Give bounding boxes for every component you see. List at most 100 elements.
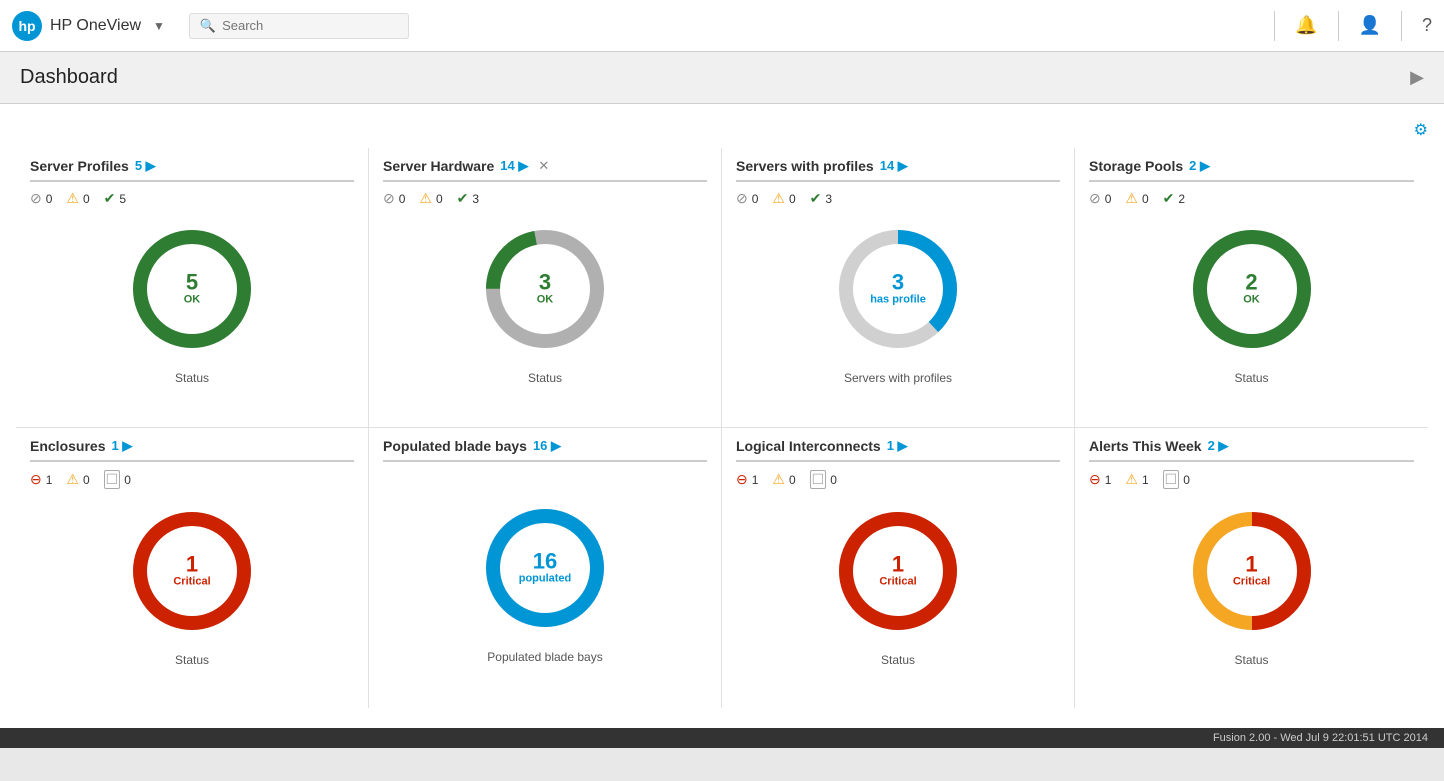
widget-count-alerts-this-week[interactable]: 2 ▶ (1208, 438, 1229, 454)
widget-count-server-hardware[interactable]: 14 ▶ (500, 158, 528, 174)
ok-icon: ✔ (1163, 190, 1175, 207)
app-name: HP OneView (50, 17, 141, 35)
chart-subtitle-populated-blade-bays: Populated blade bays (487, 650, 602, 664)
status-badges-storage-pools: ⊘ 0 ⚠ 0 ✔ 2 (1089, 190, 1414, 207)
footer-bar: Fusion 2.00 - Wed Jul 9 22:01:51 UTC 201… (0, 728, 1444, 748)
widget-count-populated-blade-bays[interactable]: 16 ▶ (533, 438, 561, 454)
ok-icon: ✔ (457, 190, 469, 207)
widget-title-storage-pools: Storage Pools (1089, 158, 1183, 174)
status-badges-server-hardware: ⊘ 0 ⚠ 0 ✔ 3 (383, 190, 707, 207)
badge-warning: ⚠ 0 (419, 190, 442, 207)
widget-alerts-this-week: Alerts This Week 2 ▶ ⊖ 1 ⚠ 1 ☐ 0 1 Criti… (1075, 428, 1428, 708)
badge-value: 0 (752, 192, 759, 206)
status-badges-enclosures: ⊖ 1 ⚠ 0 ☐ 0 (30, 470, 354, 489)
donut-server-profiles: 5 OK (122, 219, 262, 359)
widget-header-populated-blade-bays: Populated blade bays 16 ▶ (383, 438, 707, 462)
user-icon[interactable]: 👤 (1359, 15, 1381, 36)
chart-subtitle-logical-interconnects: Status (881, 653, 915, 667)
widget-header-storage-pools: Storage Pools 2 ▶ (1089, 158, 1414, 182)
status-badges-alerts-this-week: ⊖ 1 ⚠ 1 ☐ 0 (1089, 470, 1414, 489)
disabled-icon: ⊘ (736, 190, 748, 207)
widget-count-server-profiles[interactable]: 5 ▶ (135, 158, 156, 174)
checkbox-icon: ☐ (1163, 470, 1180, 489)
badge-value: 1 (1105, 473, 1112, 487)
donut-storage-pools: 2 OK (1182, 219, 1322, 359)
critical-icon: ⊖ (736, 471, 748, 488)
checkbox-icon: ☐ (104, 470, 121, 489)
widget-title-logical-interconnects: Logical Interconnects (736, 438, 881, 454)
widget-header-server-profiles: Server Profiles 5 ▶ (30, 158, 354, 182)
badge-warning: ⚠ 0 (66, 190, 89, 207)
nav-divider-2 (1338, 11, 1339, 41)
warning-icon: ⚠ (419, 190, 432, 207)
donut-logical-interconnects: 1 Critical (828, 501, 968, 641)
checkbox-icon: ☐ (810, 470, 827, 489)
widget-count-storage-pools[interactable]: 2 ▶ (1189, 158, 1210, 174)
widget-header-servers-with-profiles: Servers with profiles 14 ▶ (736, 158, 1060, 182)
donut-alerts-this-week: 1 Critical (1182, 501, 1322, 641)
critical-icon: ⊖ (1089, 471, 1101, 488)
warning-icon: ⚠ (1125, 190, 1138, 207)
help-icon[interactable]: ? (1422, 15, 1432, 36)
widget-header-enclosures: Enclosures 1 ▶ (30, 438, 354, 462)
badge-value: 0 (436, 192, 443, 206)
bell-icon[interactable]: 🔔 (1295, 15, 1317, 36)
badge-disabled: ⊘ 0 (383, 190, 405, 207)
ok-icon: ✔ (810, 190, 822, 207)
search-input[interactable] (222, 18, 398, 33)
chart-area-server-profiles: 5 OK Status (30, 219, 354, 385)
badge-warning: ⚠ 0 (772, 471, 795, 488)
badge-disabled2: ☐ 0 (1163, 470, 1190, 489)
widget-header-logical-interconnects: Logical Interconnects 1 ▶ (736, 438, 1060, 462)
disabled-icon: ⊘ (383, 190, 395, 207)
nav-divider-3 (1401, 11, 1402, 41)
chart-subtitle-alerts-this-week: Status (1234, 653, 1268, 667)
badge-value: 0 (46, 192, 53, 206)
widget-storage-pools: Storage Pools 2 ▶ ⊘ 0 ⚠ 0 ✔ 2 2 OK Statu… (1075, 148, 1428, 428)
top-navigation: hp HP OneView ▼ 🔍 🔔 👤 ? (0, 0, 1444, 52)
widget-close-server-hardware[interactable]: ✕ (538, 158, 549, 174)
collapse-button[interactable]: ▶ (1410, 67, 1424, 88)
badge-warning: ⚠ 1 (1125, 471, 1148, 488)
page-title: Dashboard (20, 66, 118, 89)
badge-critical: ⊖ 1 (30, 471, 52, 488)
donut-server-hardware: 3 OK (475, 219, 615, 359)
app-dropdown[interactable]: ▼ (153, 19, 165, 33)
chart-subtitle-servers-with-profiles: Servers with profiles (844, 371, 952, 385)
search-box[interactable]: 🔍 (189, 13, 409, 39)
badge-value: 0 (83, 473, 90, 487)
badge-value: 0 (830, 473, 837, 487)
warning-icon: ⚠ (66, 471, 79, 488)
donut-servers-with-profiles: 3 has profile (828, 219, 968, 359)
widget-title-alerts-this-week: Alerts This Week (1089, 438, 1202, 454)
chart-area-storage-pools: 2 OK Status (1089, 219, 1414, 385)
badge-ok: ✔ 5 (104, 190, 126, 207)
critical-icon: ⊖ (30, 471, 42, 488)
widget-count-logical-interconnects[interactable]: 1 ▶ (887, 438, 908, 454)
disabled-icon: ⊘ (1089, 190, 1101, 207)
main-content: ⚙ Server Profiles 5 ▶ ⊘ 0 ⚠ 0 ✔ 5 5 OK S… (0, 104, 1444, 728)
badge-value: 1 (1142, 473, 1149, 487)
widget-count-enclosures[interactable]: 1 ▶ (111, 438, 132, 454)
donut-populated-blade-bays: 16 populated (475, 498, 615, 638)
badge-critical: ⊖ 1 (1089, 471, 1111, 488)
badge-value: 0 (124, 473, 131, 487)
widget-server-hardware: Server Hardware 14 ▶ ✕ ⊘ 0 ⚠ 0 ✔ 3 3 OK … (369, 148, 722, 428)
chart-subtitle-enclosures: Status (175, 653, 209, 667)
badge-ok: ✔ 3 (810, 190, 832, 207)
hp-logo: hp (12, 11, 42, 41)
badge-value: 3 (472, 192, 479, 206)
widget-header-alerts-this-week: Alerts This Week 2 ▶ (1089, 438, 1414, 462)
widget-enclosures: Enclosures 1 ▶ ⊖ 1 ⚠ 0 ☐ 0 1 Critical St… (16, 428, 369, 708)
widget-header-server-hardware: Server Hardware 14 ▶ ✕ (383, 158, 707, 182)
nav-divider-1 (1274, 11, 1275, 41)
widget-count-servers-with-profiles[interactable]: 14 ▶ (880, 158, 908, 174)
search-icon: 🔍 (200, 18, 216, 34)
badge-ok: ✔ 2 (1163, 190, 1185, 207)
badge-value: 1 (46, 473, 53, 487)
gear-row: ⚙ (16, 120, 1428, 140)
settings-gear-icon[interactable]: ⚙ (1414, 120, 1428, 140)
widget-title-server-hardware: Server Hardware (383, 158, 494, 174)
warning-icon: ⚠ (772, 190, 785, 207)
donut-enclosures: 1 Critical (122, 501, 262, 641)
